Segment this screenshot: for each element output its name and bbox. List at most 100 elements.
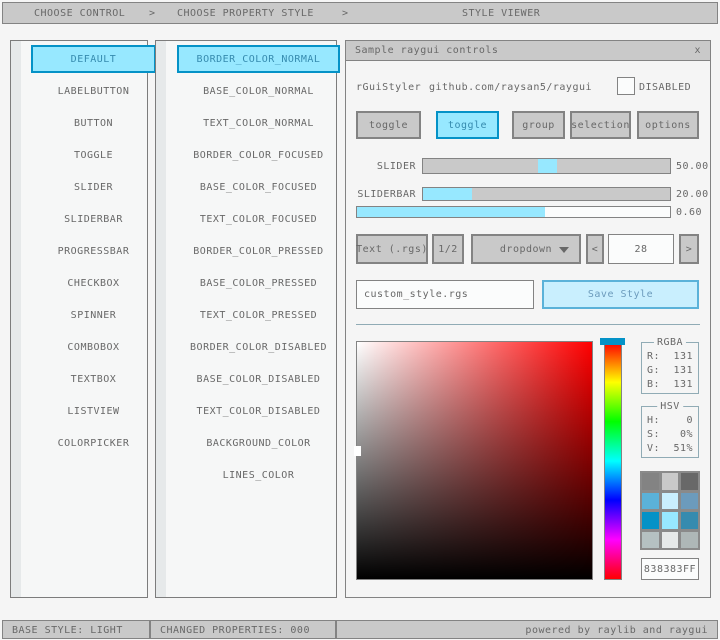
- color-swatch[interactable]: [662, 532, 679, 549]
- list-item[interactable]: BASE_COLOR_FOCUSED: [177, 173, 340, 201]
- list-item[interactable]: COLORPICKER: [31, 429, 156, 457]
- spinner-increment-button[interactable]: >: [679, 234, 699, 264]
- h-value: 0: [686, 415, 693, 429]
- toggle-button[interactable]: selection: [570, 111, 631, 139]
- format-rgs-button[interactable]: Text (.rgs): [356, 234, 428, 264]
- list-item[interactable]: CHECKBOX: [31, 269, 156, 297]
- rgba-row-r: R: 131: [647, 351, 693, 365]
- list-item[interactable]: TEXT_COLOR_DISABLED: [177, 397, 340, 425]
- spinner-decrement-button[interactable]: <: [586, 234, 604, 264]
- g-label: G:: [647, 365, 660, 379]
- sample-controls-window: Sample raygui controls x rGuiStyler gith…: [345, 40, 711, 598]
- list-item[interactable]: BORDER_COLOR_DISABLED: [177, 333, 340, 361]
- powered-by-text: powered by raylib and raygui: [525, 625, 708, 636]
- controls-list-scrollbar[interactable]: [11, 41, 21, 597]
- s-label: S:: [647, 429, 660, 443]
- statusbar-changed-properties: CHANGED PROPERTIES: 000: [150, 620, 336, 639]
- list-item[interactable]: LISTVIEW: [31, 397, 156, 425]
- hex-value-box[interactable]: 838383FF: [641, 558, 699, 580]
- repo-link[interactable]: github.com/raysan5/raygui: [429, 82, 592, 93]
- color-swatch[interactable]: [642, 473, 659, 490]
- hue-bar[interactable]: [604, 342, 622, 580]
- sliderbar-value: 20.00: [676, 189, 709, 200]
- controls-list: DEFAULT LABELBUTTON BUTTON TOGGLE SLIDER SLID…: [31, 45, 156, 597]
- list-item[interactable]: BORDER_COLOR_FOCUSED: [177, 141, 340, 169]
- slider[interactable]: [422, 158, 671, 174]
- list-item[interactable]: SLIDERBAR: [31, 205, 156, 233]
- list-item[interactable]: TOGGLE: [31, 141, 156, 169]
- list-item[interactable]: BASE_COLOR_PRESSED: [177, 269, 340, 297]
- breadcrumb-choose-control: CHOOSE CONTROL: [34, 8, 125, 19]
- divider-line: [356, 324, 700, 325]
- rgba-groupbox: RGBA R: 131 G: 131 B: 131: [641, 342, 699, 394]
- color-swatch[interactable]: [681, 473, 698, 490]
- b-value: 131: [673, 379, 693, 393]
- list-item[interactable]: LINES_COLOR: [177, 461, 340, 489]
- controls-list-panel: DEFAULTLABELBUTTONBUTTONTOGGLESLIDERSLID…: [10, 40, 148, 598]
- g-value: 131: [673, 365, 693, 379]
- slider-knob[interactable]: [538, 159, 557, 173]
- chevron-down-icon: [559, 247, 569, 253]
- color-swatch[interactable]: [681, 493, 698, 510]
- list-item[interactable]: SLIDER: [31, 173, 156, 201]
- save-style-button[interactable]: Save Style: [542, 280, 699, 309]
- color-swatch[interactable]: [642, 532, 659, 549]
- hsv-row-h: H: 0: [647, 415, 693, 429]
- close-icon[interactable]: x: [694, 45, 701, 56]
- hue-bar-handle[interactable]: [600, 338, 625, 345]
- color-swatch[interactable]: [681, 512, 698, 529]
- rguistyler-app: CHOOSE CONTROL > CHOOSE PROPERTY STYLE >…: [0, 0, 720, 640]
- statusbar-powered-by: powered by raylib and raygui: [336, 620, 718, 639]
- list-item[interactable]: LABELBUTTON: [31, 77, 156, 105]
- list-item[interactable]: TEXT_COLOR_NORMAL: [177, 109, 340, 137]
- progressbar: [356, 206, 671, 218]
- color-swatch[interactable]: [662, 493, 679, 510]
- list-item[interactable]: BORDER_COLOR_NORMAL: [177, 45, 340, 73]
- list-item[interactable]: BASE_COLOR_NORMAL: [177, 77, 340, 105]
- list-item[interactable]: COMBOBOX: [31, 333, 156, 361]
- color-picker-gradient[interactable]: [356, 341, 593, 580]
- color-swatch[interactable]: [662, 473, 679, 490]
- filename-input-value: custom_style.rgs: [364, 289, 468, 300]
- color-swatch[interactable]: [642, 512, 659, 529]
- list-item[interactable]: BACKGROUND_COLOR: [177, 429, 340, 457]
- half-button[interactable]: 1/2: [432, 234, 464, 264]
- list-item[interactable]: BORDER_COLOR_PRESSED: [177, 237, 340, 265]
- toggle-button[interactable]: group: [512, 111, 565, 139]
- rgba-row-b: B: 131: [647, 379, 693, 393]
- list-item[interactable]: PROGRESSBAR: [31, 237, 156, 265]
- properties-list-panel: BORDER_COLOR_NORMAL BASE_COLOR_NORMAL TEXT…: [155, 40, 337, 598]
- window-titlebar[interactable]: Sample raygui controls x: [346, 41, 710, 61]
- color-swatch[interactable]: [662, 512, 679, 529]
- r-value: 131: [673, 351, 693, 365]
- style-color-grid: [640, 471, 700, 550]
- base-style-text: BASE STYLE: LIGHT: [12, 625, 123, 636]
- color-picker-marker[interactable]: [354, 446, 361, 456]
- b-label: B:: [647, 379, 660, 393]
- toggle-button[interactable]: toggle: [356, 111, 421, 139]
- list-item[interactable]: TEXT_COLOR_FOCUSED: [177, 205, 340, 233]
- hsv-groupbox: HSV H: 0 S: 0% V: 51%: [641, 406, 699, 458]
- list-item[interactable]: SPINNER: [31, 301, 156, 329]
- color-swatch[interactable]: [642, 493, 659, 510]
- properties-list-scrollbar[interactable]: [156, 41, 166, 597]
- toggle-button[interactable]: options: [637, 111, 699, 139]
- spinner-valuebox[interactable]: 28: [608, 234, 674, 264]
- changed-properties-text: CHANGED PROPERTIES: 000: [160, 625, 310, 636]
- disabled-checkbox[interactable]: [617, 77, 635, 95]
- hex-value: 838383FF: [644, 564, 696, 575]
- toggle-button[interactable]: toggle: [436, 111, 499, 139]
- list-item[interactable]: TEXT_COLOR_PRESSED: [177, 301, 340, 329]
- rgba-title: RGBA: [654, 337, 686, 348]
- list-item[interactable]: BASE_COLOR_DISABLED: [177, 365, 340, 393]
- sliderbar-fill: [423, 188, 472, 200]
- filename-input[interactable]: custom_style.rgs: [356, 280, 534, 309]
- breadcrumb-style-viewer: STYLE VIEWER: [462, 8, 540, 19]
- dropdown-combobox[interactable]: dropdown: [471, 234, 581, 264]
- slider-label: SLIDER: [346, 161, 416, 172]
- color-swatch[interactable]: [681, 532, 698, 549]
- sliderbar[interactable]: [422, 187, 671, 201]
- list-item[interactable]: TEXTBOX: [31, 365, 156, 393]
- list-item[interactable]: DEFAULT: [31, 45, 156, 73]
- list-item[interactable]: BUTTON: [31, 109, 156, 137]
